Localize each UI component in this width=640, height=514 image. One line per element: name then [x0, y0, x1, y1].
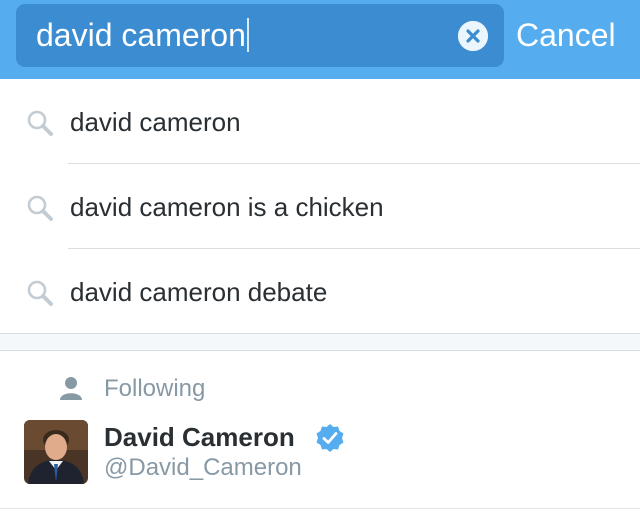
search-bar: david cameron Cancel: [0, 0, 640, 79]
search-icon: [27, 195, 53, 221]
avatar[interactable]: [24, 420, 88, 484]
search-icon: [27, 110, 53, 136]
suggestion-list: david cameron david cameron is a chicken…: [0, 79, 640, 334]
suggestion-item[interactable]: david cameron: [0, 79, 640, 164]
verified-badge-icon: [316, 424, 344, 452]
divider: [0, 508, 640, 509]
user-result-row[interactable]: David Cameron @David_Cameron: [0, 420, 640, 492]
suggestion-label: david cameron debate: [70, 277, 328, 307]
user-display-name: David Cameron: [104, 422, 295, 452]
following-label: Following: [104, 375, 206, 402]
search-query-text[interactable]: david cameron: [36, 16, 249, 54]
suggestion-label: david cameron: [70, 107, 241, 137]
user-handle: @David_Cameron: [104, 454, 302, 481]
suggestion-item[interactable]: david cameron debate: [0, 249, 640, 334]
clear-icon: [458, 21, 488, 51]
person-icon: [60, 377, 82, 400]
clear-search-button[interactable]: [458, 21, 488, 51]
search-screen: david cameron Cancel david cameron david…: [0, 0, 640, 514]
following-section-header: Following: [0, 372, 640, 408]
text-caret: [246, 18, 249, 52]
search-input[interactable]: david cameron: [16, 4, 504, 67]
search-icon: [27, 280, 53, 306]
suggestion-label: david cameron is a chicken: [70, 192, 384, 222]
suggestion-item[interactable]: david cameron is a chicken: [0, 164, 640, 249]
cancel-button[interactable]: Cancel: [516, 16, 616, 54]
section-separator: [0, 333, 640, 351]
